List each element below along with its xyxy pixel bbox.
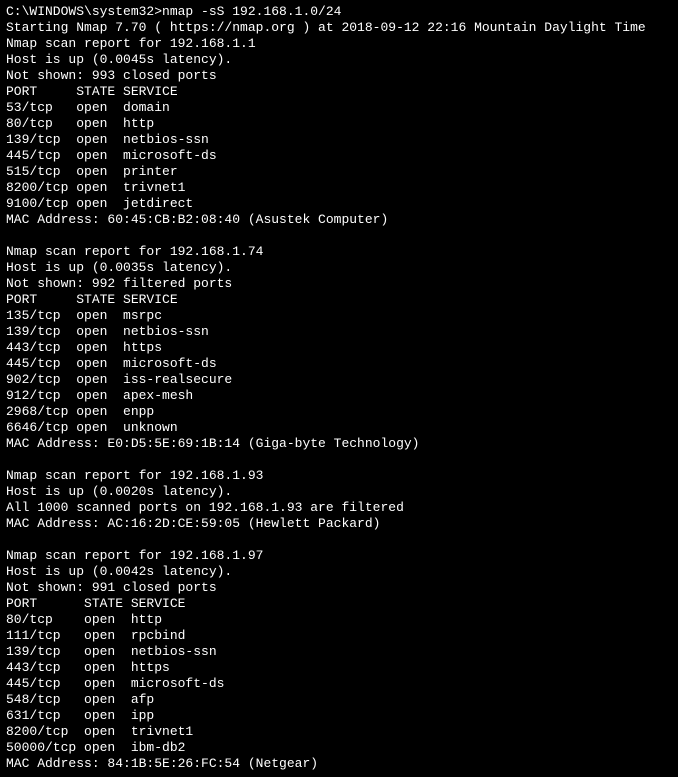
command: nmap -sS 192.168.1.0/24 [162,4,341,19]
port-row: 631/tcp open ipp [6,708,154,723]
host-report: Nmap scan report for 192.168.1.97 [6,548,263,563]
not-shown: All 1000 scanned ports on 192.168.1.93 a… [6,500,404,515]
host-status: Host is up (0.0045s latency). [6,52,232,67]
port-row: 9100/tcp open jetdirect [6,196,193,211]
port-row: 443/tcp open https [6,340,162,355]
host-status: Host is up (0.0035s latency). [6,260,232,275]
port-row: 443/tcp open https [6,660,170,675]
port-row: 135/tcp open msrpc [6,308,162,323]
nmap-start-line: Starting Nmap 7.70 ( https://nmap.org ) … [6,20,646,35]
port-row: 139/tcp open netbios-ssn [6,324,209,339]
port-row: 139/tcp open netbios-ssn [6,644,217,659]
host-status: Host is up (0.0020s latency). [6,484,232,499]
port-row: 53/tcp open domain [6,100,170,115]
port-row: 548/tcp open afp [6,692,154,707]
port-header: PORT STATE SERVICE [6,596,185,611]
port-row: 902/tcp open iss-realsecure [6,372,232,387]
command-prompt-line: C:\WINDOWS\system32>nmap -sS 192.168.1.0… [6,4,341,19]
host-status: Host is up (0.0042s latency). [6,564,232,579]
port-row: 8200/tcp open trivnet1 [6,724,193,739]
port-row: 445/tcp open microsoft-ds [6,676,224,691]
port-row: 139/tcp open netbios-ssn [6,132,209,147]
port-row: 515/tcp open printer [6,164,178,179]
not-shown: Not shown: 992 filtered ports [6,276,232,291]
port-row: 8200/tcp open trivnet1 [6,180,185,195]
not-shown: Not shown: 991 closed ports [6,580,217,595]
port-row: 6646/tcp open unknown [6,420,178,435]
mac-address: MAC Address: AC:16:2D:CE:59:05 (Hewlett … [6,516,380,531]
port-row: 2968/tcp open enpp [6,404,154,419]
mac-address: MAC Address: E0:D5:5E:69:1B:14 (Giga-byt… [6,436,419,451]
host-report: Nmap scan report for 192.168.1.93 [6,468,263,483]
port-header: PORT STATE SERVICE [6,292,178,307]
mac-address: MAC Address: 84:1B:5E:26:FC:54 (Netgear) [6,756,318,771]
port-header: PORT STATE SERVICE [6,84,178,99]
port-row: 912/tcp open apex-mesh [6,388,193,403]
not-shown: Not shown: 993 closed ports [6,68,217,83]
port-row: 80/tcp open http [6,116,154,131]
port-row: 80/tcp open http [6,612,162,627]
host-report: Nmap scan report for 192.168.1.74 [6,244,263,259]
port-row: 445/tcp open microsoft-ds [6,356,217,371]
prompt: C:\WINDOWS\system32> [6,4,162,19]
port-row: 50000/tcp open ibm-db2 [6,740,185,755]
terminal-output[interactable]: C:\WINDOWS\system32>nmap -sS 192.168.1.0… [0,0,678,776]
port-row: 445/tcp open microsoft-ds [6,148,217,163]
host-report: Nmap scan report for 192.168.1.1 [6,36,256,51]
mac-address: MAC Address: 60:45:CB:B2:08:40 (Asustek … [6,212,388,227]
port-row: 111/tcp open rpcbind [6,628,185,643]
